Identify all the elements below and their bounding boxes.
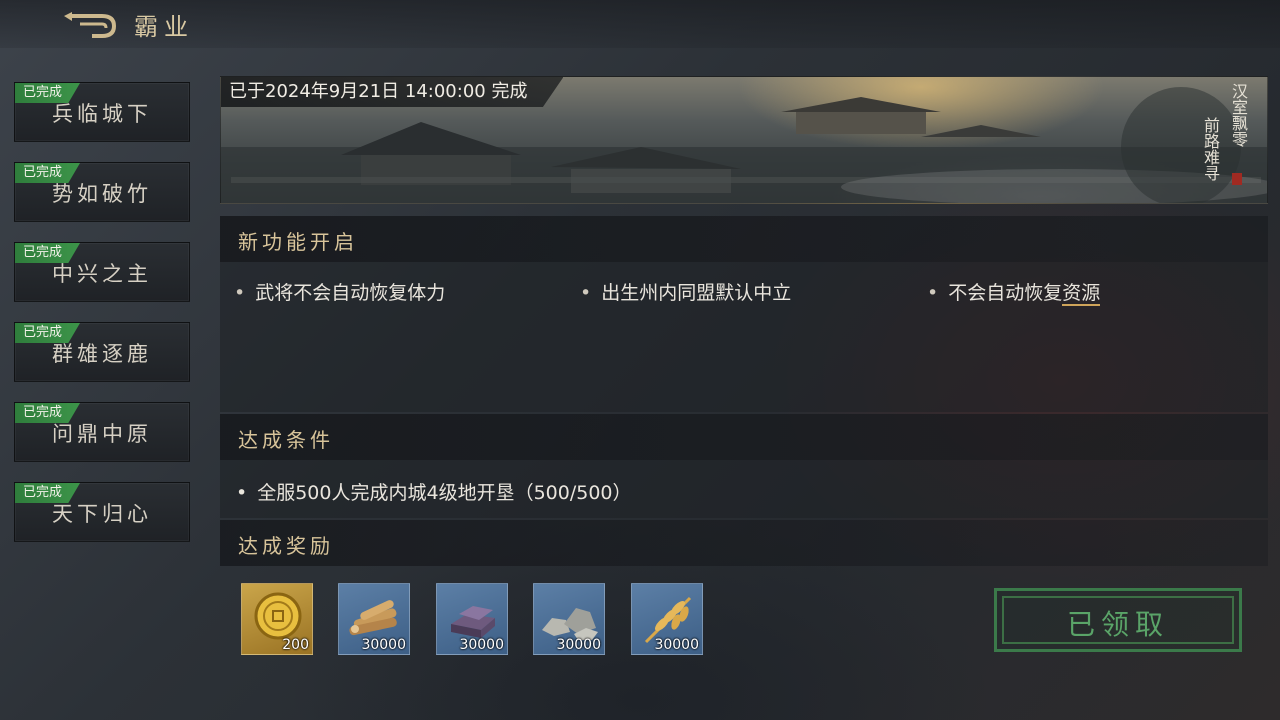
- back-button[interactable]: [62, 8, 122, 40]
- feature-text: 不会自动恢复: [948, 282, 1063, 304]
- sidebar-item-binglinchengxia[interactable]: 已完成 兵临城下: [14, 82, 190, 142]
- reward-quantity: 200: [282, 637, 309, 653]
- claimed-label: 已领取: [1066, 608, 1169, 641]
- reward-quantity: 30000: [361, 637, 406, 653]
- bullet-icon: •: [234, 282, 246, 304]
- red-seal-icon: [1232, 173, 1242, 185]
- features-title: 新功能开启: [238, 230, 358, 254]
- top-bar: 霸业: [0, 0, 1280, 48]
- feature-item: • 不会自动恢复资源: [927, 278, 1101, 306]
- stage-banner: 已于2024年9月21日 14:00:00 完成 汉室飘零 前路难寻: [220, 76, 1268, 204]
- reward-quantity: 30000: [654, 637, 699, 653]
- reward-item-wood[interactable]: 30000: [338, 583, 410, 655]
- conditions-header: 达成条件: [220, 414, 1268, 460]
- reward-item-grain[interactable]: 30000: [631, 583, 703, 655]
- rewards-title: 达成奖励: [238, 534, 334, 558]
- feature-text: 武将不会自动恢复体力: [255, 282, 446, 304]
- bullet-icon: •: [236, 482, 248, 504]
- feature-item: • 出生州内同盟默认中立: [580, 278, 791, 305]
- features-header: 新功能开启: [220, 216, 1268, 262]
- sidebar-item-zhongxingzhizhu[interactable]: 已完成 中兴之主: [14, 242, 190, 302]
- reward-item-stone[interactable]: 30000: [533, 583, 605, 655]
- back-arrow-icon: [64, 12, 117, 38]
- feature-item: • 武将不会自动恢复体力: [234, 278, 445, 305]
- resource-link[interactable]: 资源: [1062, 282, 1101, 306]
- page-title: 霸业: [134, 13, 194, 41]
- poem-line-2: 前路难寻: [1201, 117, 1220, 181]
- conditions-title: 达成条件: [238, 428, 334, 452]
- reward-item-gold[interactable]: 200: [241, 583, 313, 655]
- reward-quantity: 30000: [459, 637, 504, 653]
- condition-text: 全服500人完成内城4级地开垦（500/500）: [257, 482, 632, 504]
- claimed-button[interactable]: 已领取: [994, 588, 1242, 652]
- completion-date: 已于2024年9月21日 14:00:00 完成: [221, 77, 564, 107]
- feature-text: 出生州内同盟默认中立: [601, 282, 792, 304]
- reward-quantity: 30000: [556, 637, 601, 653]
- condition-item: • 全服500人完成内城4级地开垦（500/500）: [236, 478, 632, 505]
- bullet-icon: •: [927, 282, 939, 304]
- sidebar-item-shirupozhu[interactable]: 已完成 势如破竹: [14, 162, 190, 222]
- sidebar-item-wendingzhongyuan[interactable]: 已完成 问鼎中原: [14, 402, 190, 462]
- rewards-header: 达成奖励: [220, 520, 1268, 566]
- poem-line-1: 汉室飘零: [1229, 83, 1248, 147]
- sidebar-item-tianxiaguixin[interactable]: 已完成 天下归心: [14, 482, 190, 542]
- bullet-icon: •: [580, 282, 592, 304]
- sidebar: 已完成 兵临城下 已完成 势如破竹 已完成 中兴之主 已完成 群雄逐鹿 已完成 …: [14, 82, 190, 562]
- sidebar-item-qunxiongzhulu[interactable]: 已完成 群雄逐鹿: [14, 322, 190, 382]
- reward-item-iron[interactable]: 30000: [436, 583, 508, 655]
